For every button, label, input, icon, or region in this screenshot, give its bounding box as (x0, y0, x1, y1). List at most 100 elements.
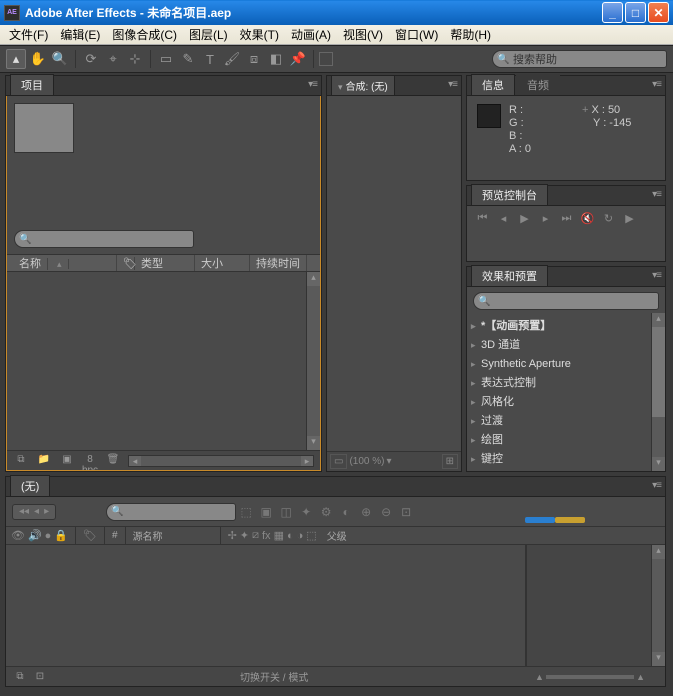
fx-item-synthetic-aperture[interactable]: Synthetic Aperture (467, 355, 665, 374)
tl-tool-1-icon[interactable]: ⬚ (236, 505, 256, 519)
tab-effects[interactable]: 效果和预置 (471, 265, 548, 286)
tab-composition[interactable]: ▾合成: (无) (331, 75, 395, 95)
menu-edit[interactable]: 编辑(E) (54, 24, 106, 45)
play-icon[interactable]: ▶ (517, 212, 532, 226)
tab-audio[interactable]: 音频 (516, 74, 560, 95)
tl-tool-5-icon[interactable]: ⚙ (316, 505, 336, 519)
menu-help[interactable]: 帮助(H) (444, 24, 497, 45)
zoom-tool-icon[interactable]: 🔍 (50, 49, 70, 69)
effects-search[interactable] (473, 292, 659, 310)
col-type[interactable]: 类型 (135, 255, 195, 271)
timeline-zoom-slider[interactable]: ▲▲ (535, 672, 645, 682)
project-hscrollbar[interactable]: ◂ ▸ (128, 455, 314, 467)
work-area-bar[interactable] (525, 517, 585, 527)
anchor-tool-icon[interactable]: ⊹ (125, 49, 145, 69)
scroll-down-icon[interactable]: ▾ (307, 436, 320, 450)
panel-menu-icon[interactable]: ▾≡ (652, 480, 661, 491)
next-frame-icon[interactable]: ▸ (538, 212, 553, 226)
puppet-tool-icon[interactable]: 📌 (288, 49, 308, 69)
clone-tool-icon[interactable]: ⧈ (244, 49, 264, 69)
eraser-tool-icon[interactable]: ◧ (266, 49, 286, 69)
col-source-name[interactable]: 源名称 (128, 528, 218, 543)
fx-item-keying[interactable]: 键控 (467, 450, 665, 469)
eye-col-icon[interactable]: 👁 (11, 529, 25, 542)
first-frame-icon[interactable]: ⏮ (475, 212, 490, 226)
timecode-nav[interactable]: ◂◂◂▸ (12, 504, 56, 520)
scroll-left-icon[interactable]: ◂ (129, 456, 141, 466)
tl-tool-4-icon[interactable]: ✦ (296, 505, 316, 519)
effects-search-input[interactable] (473, 292, 659, 310)
menu-view[interactable]: 视图(V) (337, 24, 389, 45)
col-size[interactable]: 大小 (195, 255, 250, 271)
scroll-up-icon[interactable]: ▴ (652, 545, 665, 559)
timeline-track-area[interactable] (526, 545, 665, 686)
toggle-switches-label[interactable]: 切换开关 / 模式 (240, 669, 308, 684)
scroll-thumb[interactable] (652, 327, 665, 417)
new-comp-icon[interactable]: ▣ (57, 454, 77, 468)
project-item-list[interactable]: ▴ ▾ (7, 272, 320, 450)
text-tool-icon[interactable]: T (200, 49, 220, 69)
help-search-input[interactable]: 搜索帮助 (492, 50, 667, 68)
menu-file[interactable]: 文件(F) (3, 24, 54, 45)
timeline-layer-area[interactable] (6, 545, 526, 686)
lock-col-icon[interactable]: 🔒 (54, 529, 68, 542)
menu-composition[interactable]: 图像合成(C) (106, 24, 183, 45)
scroll-down-icon[interactable]: ▾ (652, 652, 665, 666)
brush-tool-icon[interactable]: 🖌 (222, 49, 242, 69)
tl-footer-btn2-icon[interactable]: ⊡ (30, 671, 50, 682)
rotate-tool-icon[interactable]: ⟳ (81, 49, 101, 69)
col-duration[interactable]: 持续时间 (250, 255, 307, 271)
label-col-icon[interactable]: 🏷 (83, 529, 97, 542)
comp-res-button[interactable]: ⊞ (442, 454, 458, 469)
delete-icon[interactable]: 🗑 (103, 454, 123, 468)
fx-item-expression-controls[interactable]: 表达式控制 (467, 374, 665, 393)
loop-icon[interactable]: ↻ (601, 212, 616, 226)
timeline-search-input[interactable] (106, 503, 236, 521)
scroll-down-icon[interactable]: ▾ (652, 457, 665, 471)
tl-tool-6-icon[interactable]: ◐ (336, 505, 356, 519)
tl-tool-8-icon[interactable]: ⊖ (376, 505, 396, 519)
project-search[interactable] (14, 230, 313, 248)
hand-tool-icon[interactable]: ✋ (28, 49, 48, 69)
window-minimize-button[interactable]: _ (602, 2, 623, 23)
menu-layer[interactable]: 图层(L) (183, 24, 234, 45)
camera-tool-icon[interactable]: ⌖ (103, 49, 123, 69)
fx-item-transition[interactable]: 过渡 (467, 412, 665, 431)
timeline-search[interactable] (106, 503, 236, 521)
mute-icon[interactable]: 🔇 (580, 212, 595, 226)
scroll-up-icon[interactable]: ▴ (652, 313, 665, 327)
comp-zoom-dropdown-icon[interactable]: ▾ (386, 456, 391, 467)
fx-item-animation-presets[interactable]: *【动画预置】 (467, 317, 665, 336)
help-search[interactable]: 搜索帮助 (492, 50, 667, 68)
panel-menu-icon[interactable]: ▾≡ (308, 79, 317, 90)
comp-zoom-label[interactable]: (100 %) (349, 456, 384, 467)
scroll-right-icon[interactable]: ▸ (301, 456, 313, 466)
tab-preview[interactable]: 预览控制台 (471, 184, 548, 205)
tab-timeline[interactable]: (无) (10, 475, 50, 496)
comp-zoom-button[interactable]: ▭ (330, 454, 347, 469)
window-close-button[interactable]: ✕ (648, 2, 669, 23)
project-vscrollbar[interactable]: ▴ ▾ (306, 272, 320, 450)
fx-item-paint[interactable]: 绘图 (467, 431, 665, 450)
tl-tool-7-icon[interactable]: ⊕ (356, 505, 376, 519)
timeline-body[interactable]: ▴ ▾ ⧉ ⊡ 切换开关 / 模式 ▲▲ (6, 545, 665, 686)
tab-project[interactable]: 项目 (10, 74, 54, 95)
effects-vscrollbar[interactable]: ▴ ▾ (651, 313, 665, 471)
panel-menu-icon[interactable]: ▾≡ (448, 79, 457, 90)
scroll-up-icon[interactable]: ▴ (307, 272, 320, 286)
project-search-input[interactable] (14, 230, 194, 248)
prev-frame-icon[interactable]: ◂ (496, 212, 511, 226)
comp-viewer[interactable] (327, 96, 461, 451)
tl-tool-9-icon[interactable]: ⊡ (396, 505, 416, 519)
tl-tool-3-icon[interactable]: ◫ (276, 505, 296, 519)
timeline-vscrollbar[interactable]: ▴ ▾ (651, 545, 665, 666)
col-name[interactable]: 名称▴ (7, 255, 117, 271)
last-frame-icon[interactable]: ⏭ (559, 212, 574, 226)
panel-menu-icon[interactable]: ▾≡ (652, 79, 661, 90)
menu-effect[interactable]: 效果(T) (234, 24, 285, 45)
menu-window[interactable]: 窗口(W) (389, 24, 444, 45)
tl-tool-2-icon[interactable]: ▣ (256, 505, 276, 519)
panel-menu-icon[interactable]: ▾≡ (652, 270, 661, 281)
solo-col-icon[interactable]: ● (45, 530, 52, 542)
tab-info[interactable]: 信息 (471, 74, 515, 95)
